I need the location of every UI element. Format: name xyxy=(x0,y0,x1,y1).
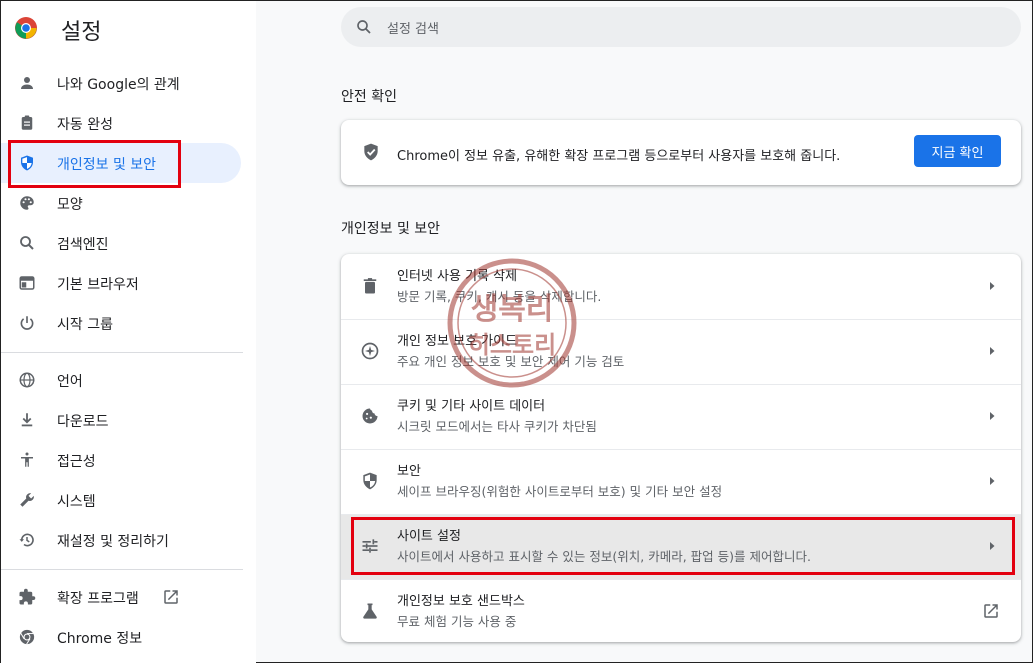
shield-icon xyxy=(363,472,377,490)
sidebar-item-label: Chrome 정보 xyxy=(57,631,143,647)
sidebar-divider xyxy=(1,352,243,353)
sidebar-item-default-browser[interactable]: 기본 브라우저 xyxy=(1,263,241,303)
shield-check-icon xyxy=(364,143,378,161)
privacy-security-heading: 개인정보 및 보안 xyxy=(341,221,441,237)
sidebar-item-label: 재설정 및 정리하기 xyxy=(57,534,169,550)
power-icon xyxy=(20,316,34,330)
chrome-logo-icon xyxy=(15,17,37,39)
row-divider xyxy=(341,449,1021,450)
row-cookies[interactable]: 쿠키 및 기타 사이트 데이터 시크릿 모드에서는 타사 쿠키가 차단됨 xyxy=(341,384,1021,449)
sidebar-item-about-chrome[interactable]: Chrome 정보 xyxy=(1,617,241,657)
brand: 설정 xyxy=(14,15,101,45)
row-subtitle: 주요 개인 정보 보호 및 보안 제어 기능 검토 xyxy=(397,354,625,369)
row-title: 쿠키 및 기타 사이트 데이터 xyxy=(397,399,546,414)
flask-icon xyxy=(363,603,377,619)
highlight-box-site-settings xyxy=(351,517,1015,575)
sidebar-item-label: 시작 그룹 xyxy=(57,317,113,333)
row-title: 보안 xyxy=(397,464,421,479)
sidebar-divider xyxy=(1,569,243,570)
sidebar-item-languages[interactable]: 언어 xyxy=(1,360,241,400)
wrench-icon xyxy=(20,493,34,507)
check-now-button[interactable]: 지금 확인 xyxy=(914,135,1001,167)
browser-icon xyxy=(19,276,35,290)
safety-check-heading: 안전 확인 xyxy=(341,89,397,105)
puzzle-icon xyxy=(19,588,36,605)
chevron-right-icon xyxy=(990,282,995,290)
safety-check-description: Chrome이 정보 유출, 유해한 확장 프로그램 등으로부터 사용자를 보호… xyxy=(397,149,841,164)
row-divider xyxy=(341,514,1021,515)
sidebar-item-accessibility[interactable]: 접근성 xyxy=(1,440,241,480)
sidebar-item-downloads[interactable]: 다운로드 xyxy=(1,400,241,440)
sidebar-item-label: 나와 Google의 관계 xyxy=(57,77,180,93)
search-bar[interactable]: 설정 검색 xyxy=(341,7,1021,47)
row-divider xyxy=(341,319,1021,320)
search-icon xyxy=(20,236,34,250)
sidebar-item-label: 언어 xyxy=(57,374,83,390)
sidebar-item-appearance[interactable]: 모양 xyxy=(1,183,241,223)
row-title: 개인정보 보호 샌드박스 xyxy=(397,594,525,609)
sidebar: 설정 나와 Google의 관계 자동 완성 개인정보 및 보안 모양 검색엔진… xyxy=(1,1,256,663)
accessibility-icon xyxy=(21,452,33,467)
row-title: 개인 정보 보호 가이드 xyxy=(397,334,518,349)
sidebar-item-label: 다운로드 xyxy=(57,414,109,430)
chevron-right-icon xyxy=(990,347,995,355)
trash-icon xyxy=(363,278,377,294)
sidebar-item-you-and-google[interactable]: 나와 Google의 관계 xyxy=(1,63,241,103)
row-subtitle: 무료 체험 기능 사용 중 xyxy=(397,614,517,629)
sidebar-item-label: 모양 xyxy=(57,197,83,213)
row-subtitle: 방문 기록, 쿠키, 캐시 등을 삭제합니다. xyxy=(397,289,602,304)
download-icon xyxy=(21,413,33,427)
person-icon xyxy=(21,77,33,89)
row-divider xyxy=(341,384,1021,385)
row-title: 인터넷 사용 기록 삭제 xyxy=(397,269,518,284)
row-privacy-sandbox[interactable]: 개인정보 보호 샌드박스 무료 체험 기능 사용 중 xyxy=(341,579,1021,642)
sidebar-item-label: 자동 완성 xyxy=(57,117,113,133)
cookie-icon xyxy=(362,408,378,424)
sidebar-item-search-engine[interactable]: 검색엔진 xyxy=(1,223,241,263)
chrome-icon xyxy=(19,629,35,645)
row-divider xyxy=(341,579,1021,580)
page-title: 설정 xyxy=(61,20,102,45)
clipboard-icon xyxy=(21,115,33,130)
sidebar-item-reset[interactable]: 재설정 및 정리하기 xyxy=(1,520,241,560)
external-link-icon xyxy=(164,590,178,604)
row-subtitle: 시크릿 모드에서는 타사 쿠키가 차단됨 xyxy=(397,419,597,434)
sidebar-item-label: 시스템 xyxy=(57,494,96,510)
sidebar-item-autofill[interactable]: 자동 완성 xyxy=(1,103,241,143)
row-privacy-guide[interactable]: 개인 정보 보호 가이드 주요 개인 정보 보호 및 보안 제어 기능 검토 xyxy=(341,319,1021,384)
row-clear-browsing-data[interactable]: 인터넷 사용 기록 삭제 방문 기록, 쿠키, 캐시 등을 삭제합니다. xyxy=(341,254,1021,319)
search-icon xyxy=(357,20,371,34)
row-security[interactable]: 보안 세이프 브라우징(위험한 사이트로부터 보호) 및 기타 보안 설정 xyxy=(341,449,1021,514)
chevron-right-icon xyxy=(990,477,995,485)
sidebar-item-label: 기본 브라우저 xyxy=(57,277,139,293)
row-subtitle: 세이프 브라우징(위험한 사이트로부터 보호) 및 기타 보안 설정 xyxy=(397,484,723,499)
external-link-icon xyxy=(984,604,998,618)
sidebar-item-on-startup[interactable]: 시작 그룹 xyxy=(1,303,241,343)
sidebar-item-label: 확장 프로그램 xyxy=(57,591,139,607)
palette-icon xyxy=(20,196,34,210)
privacy-security-card: 인터넷 사용 기록 삭제 방문 기록, 쿠키, 캐시 등을 삭제합니다. 개인 … xyxy=(341,254,1021,642)
search-placeholder: 설정 검색 xyxy=(387,22,439,37)
highlight-box-sidebar xyxy=(8,140,181,188)
chevron-right-icon xyxy=(990,412,995,420)
sidebar-item-extensions[interactable]: 확장 프로그램 xyxy=(1,577,241,617)
sidebar-item-system[interactable]: 시스템 xyxy=(1,480,241,520)
compass-icon xyxy=(361,342,379,360)
sidebar-item-label: 검색엔진 xyxy=(57,237,109,253)
sidebar-item-label: 접근성 xyxy=(57,454,96,470)
globe-icon xyxy=(19,372,35,388)
history-icon xyxy=(19,533,34,547)
safety-check-card: Chrome이 정보 유출, 유해한 확장 프로그램 등으로부터 사용자를 보호… xyxy=(341,120,1021,185)
